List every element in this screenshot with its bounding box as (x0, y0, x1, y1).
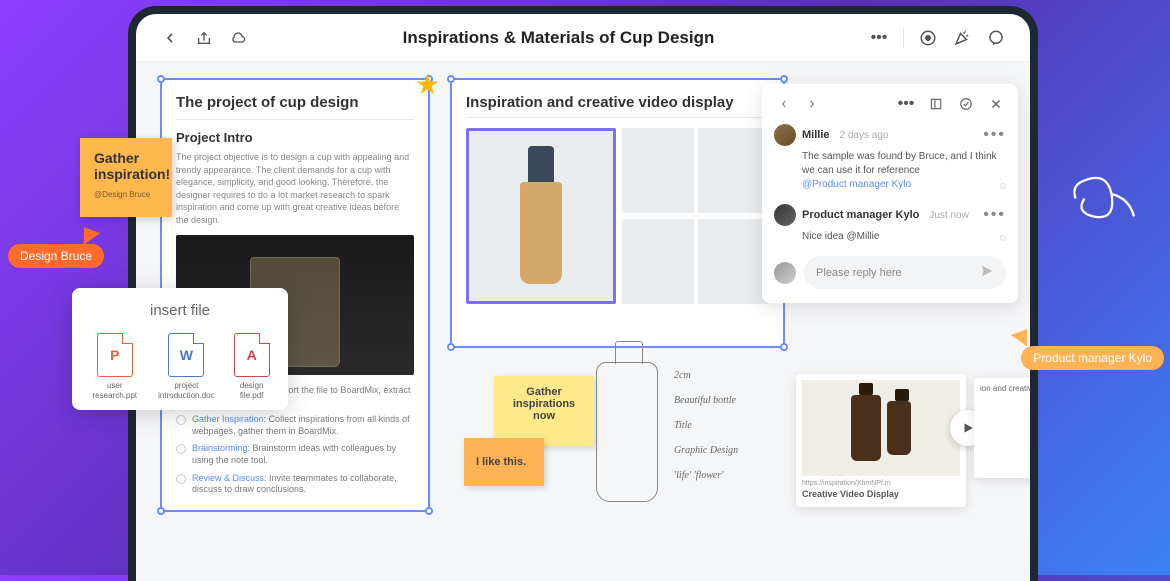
resize-handle[interactable] (780, 75, 788, 83)
file-label: design file.pdf (227, 381, 276, 400)
comment-body: The sample was found by Bruce, and I thi… (774, 150, 1006, 192)
back-icon[interactable] (160, 28, 180, 48)
resolve-icon[interactable] (956, 94, 976, 114)
sticky-note[interactable]: Gather inspiration! @Design Bruce (80, 138, 172, 217)
section-heading: Project Intro (176, 130, 414, 145)
comment-time: 2 days ago (840, 130, 889, 141)
task-link[interactable]: Brainstorming (192, 443, 248, 453)
cloud-icon[interactable] (228, 28, 248, 48)
sticky-author: @Design Bruce (94, 190, 158, 199)
task-link[interactable]: Gather Inspiration (192, 414, 264, 424)
inspiration-card[interactable]: Inspiration and creative video display (450, 78, 785, 348)
resize-handle[interactable] (447, 343, 455, 351)
task-item: Review & Discuss: Invite teammates to co… (176, 473, 414, 496)
card-title: The project of cup design (176, 94, 414, 111)
comment-author: Product manager Kylo (802, 209, 919, 221)
resize-handle[interactable] (425, 507, 433, 515)
file-label: user research.ppt (84, 381, 146, 400)
share-icon[interactable] (194, 28, 214, 48)
comments-panel: ••• Millie 2 days ago ••• The sample was… (762, 84, 1018, 303)
user-cursor: Design Bruce (8, 244, 104, 268)
resize-handle[interactable] (780, 343, 788, 351)
celebrate-icon[interactable] (952, 28, 972, 48)
comment-more-icon[interactable]: ••• (983, 126, 1006, 144)
expand-icon[interactable] (926, 94, 946, 114)
file-option[interactable]: A design file.pdf (227, 333, 276, 400)
cursor-label: Design Bruce (8, 244, 104, 268)
card-title: Inspiration and creative video display (466, 94, 769, 111)
video-card[interactable]: https://inspiration/XhmNPf.m Creative Vi… (796, 374, 966, 507)
panel-more-icon[interactable]: ••• (896, 94, 916, 114)
sticky-note[interactable]: I like this. (464, 438, 544, 486)
video-thumbnail (802, 380, 960, 476)
comment: Millie 2 days ago ••• The sample was fou… (774, 124, 1006, 192)
comment-time: Just now (929, 210, 968, 221)
record-icon[interactable] (918, 28, 938, 48)
doc-icon: W (168, 333, 204, 377)
sketch-label: 2cm (674, 370, 738, 381)
sketch-drawing[interactable]: 2cm Beautiful bottle Title Graphic Desig… (596, 362, 786, 512)
emoji-icon[interactable]: ☺ (998, 180, 1008, 194)
divider (176, 119, 414, 120)
sketch-label: Graphic Design (674, 445, 738, 456)
file-option[interactable]: W project introduction.doc (146, 333, 228, 400)
emoji-icon[interactable]: ☺ (998, 232, 1008, 246)
body-text: The project objective is to design a cup… (176, 151, 414, 227)
resize-handle[interactable] (157, 507, 165, 515)
video-url: https://inspiration/XhmNPf.m (802, 480, 960, 487)
divider (466, 117, 769, 118)
thumbnail-image[interactable] (622, 128, 694, 213)
task-link[interactable]: Review & Discuss (192, 473, 264, 483)
popup-title: insert file (84, 302, 276, 319)
page-title: Inspirations & Materials of Cup Design (248, 28, 869, 48)
avatar (774, 204, 796, 226)
sticky-note[interactable]: Gather inspirations now (494, 376, 594, 446)
send-icon[interactable] (980, 264, 994, 281)
comment-more-icon[interactable]: ••• (983, 206, 1006, 224)
more-icon[interactable]: ••• (869, 28, 889, 48)
resize-handle[interactable] (157, 75, 165, 83)
prev-icon[interactable] (774, 94, 794, 114)
thumbnail-image[interactable] (622, 219, 694, 304)
thumbnail-image[interactable] (698, 219, 770, 304)
user-cursor: Product manager Kylo (1021, 346, 1164, 370)
reply-input[interactable]: Please reply here (804, 256, 1006, 289)
top-bar: Inspirations & Materials of Cup Design •… (136, 14, 1030, 62)
avatar (774, 262, 796, 284)
star-icon: ★ (415, 68, 440, 101)
clipped-card[interactable]: ion and creativ (974, 378, 1038, 478)
ppt-icon: P (97, 333, 133, 377)
pdf-icon: A (234, 333, 270, 377)
sketch-label: Beautiful bottle (674, 395, 738, 406)
sketch-label: Title (674, 420, 738, 431)
chat-icon[interactable] (986, 28, 1006, 48)
sketch-label: 'life' 'flower' (674, 470, 738, 481)
task-item: Brainstorming: Brainstorm ideas with col… (176, 443, 414, 466)
task-item: Gather Inspiration: Collect inspirations… (176, 414, 414, 437)
video-title: Creative Video Display (802, 489, 960, 499)
cursor-label: Product manager Kylo (1021, 346, 1164, 370)
comment-body: Nice idea @Millie ☺ (774, 230, 1006, 244)
file-option[interactable]: P user research.ppt (84, 333, 146, 400)
resize-handle[interactable] (447, 75, 455, 83)
comment-author: Millie (802, 129, 830, 141)
product-image[interactable] (466, 128, 616, 304)
comment: Product manager Kylo Just now ••• Nice i… (774, 204, 1006, 244)
thumbnail-image[interactable] (698, 128, 770, 213)
avatar (774, 124, 796, 146)
close-icon[interactable] (986, 94, 1006, 114)
divider (903, 28, 904, 48)
insert-file-popup: insert file P user research.ppt W projec… (72, 288, 288, 410)
decorative-squiggle (1062, 158, 1152, 248)
file-label: project introduction.doc (146, 381, 228, 400)
next-icon[interactable] (802, 94, 822, 114)
